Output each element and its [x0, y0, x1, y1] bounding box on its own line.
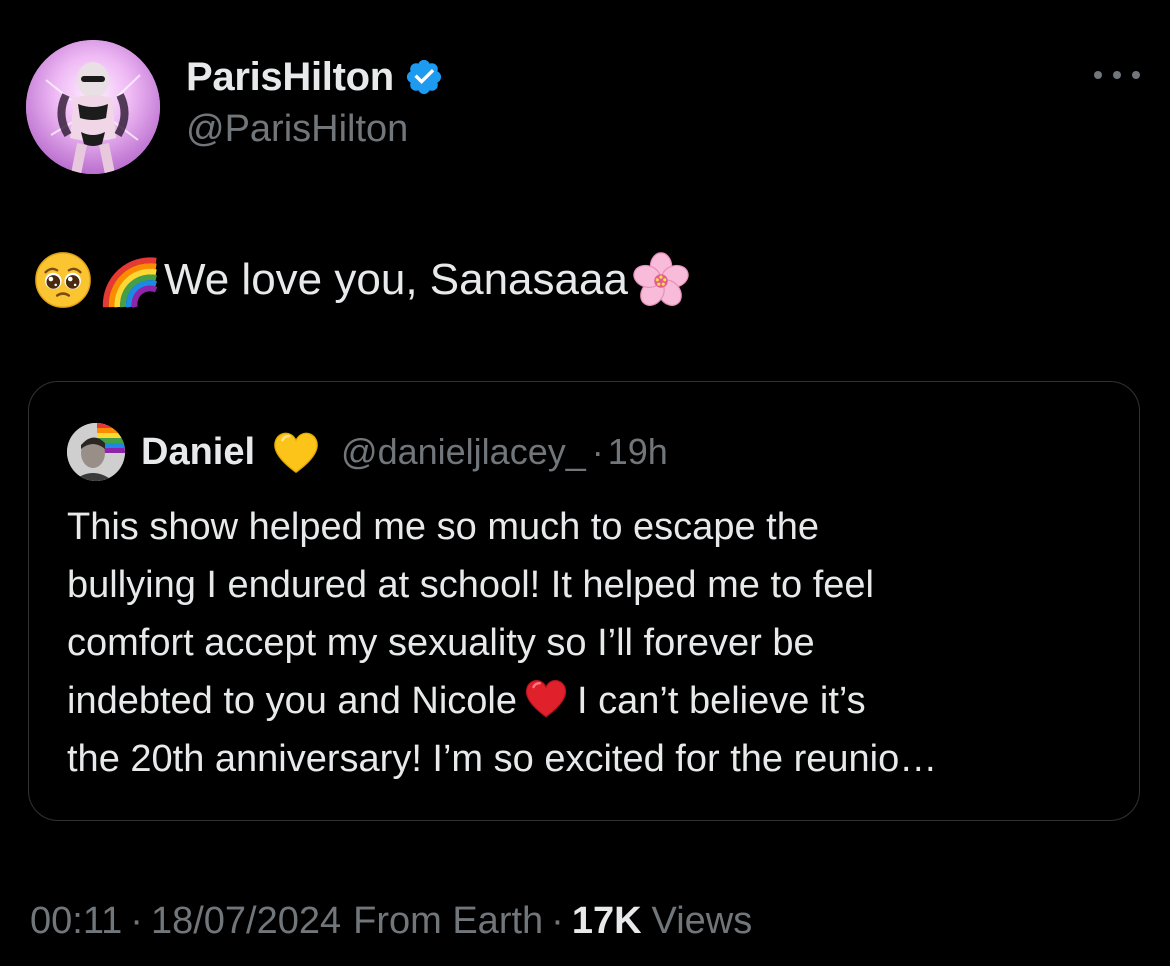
tweet-text: We love you, Sanasaaa [32, 248, 692, 312]
quoted-text-line: This show helped me so much to escape th… [67, 506, 819, 548]
views-label: Views [651, 899, 753, 942]
quoted-separator: · [591, 431, 604, 472]
cherry-blossom-emoji [630, 249, 692, 311]
quoted-author-handle[interactable]: @danieljlacey_ [341, 431, 586, 473]
author-avatar[interactable] [26, 40, 160, 174]
quoted-tweet-header: Daniel @danieljlacey_ · 19h [67, 422, 668, 482]
tweet-meta: 00:11 · 18/07/2024 From Earth · 17K View… [30, 893, 752, 949]
quoted-text-line: bullying I endured at school! It helped … [67, 564, 874, 606]
author-handle[interactable]: @ParisHilton [186, 108, 408, 151]
quoted-author-avatar[interactable] [67, 423, 125, 481]
quoted-tweet[interactable]: Daniel @danieljlacey_ · 19h This show he… [28, 381, 1140, 821]
quoted-text-segment: indebted to you and Nicole [67, 680, 517, 722]
more-options-icon[interactable] [1094, 60, 1140, 90]
meta-separator: · [130, 899, 143, 942]
quoted-author-name[interactable]: Daniel [141, 431, 255, 474]
quoted-tweet-text: This show helped me so much to escape th… [67, 498, 1107, 788]
tweet-text-body: We love you, Sanasaaa [164, 255, 628, 304]
verified-badge-icon[interactable] [404, 57, 444, 97]
tweet: ParisHilton @ParisHilton We love you, Sa… [0, 0, 1170, 966]
author-avatar-image [26, 40, 160, 174]
tweet-time[interactable]: 00:11 [30, 900, 122, 943]
red-heart-emoji [521, 673, 571, 723]
author-display-name[interactable]: ParisHilton [186, 55, 394, 100]
tweet-date[interactable]: 18/07/2024 [151, 900, 341, 943]
pleading-face-emoji [32, 249, 94, 311]
views-count: 17K [571, 899, 642, 942]
quoted-text-segment: I can’t believe it’s [577, 680, 866, 722]
yellow-heart-emoji [269, 425, 323, 479]
meta-separator: · [551, 899, 564, 942]
author-name-row: ParisHilton [186, 52, 444, 102]
quoted-text-line-with-heart: indebted to you and Nicole I can’t believ… [67, 672, 1107, 730]
quoted-text-line: comfort accept my sexuality so I’ll fore… [67, 622, 815, 664]
quoted-timestamp[interactable]: 19h [608, 431, 668, 473]
quoted-text-line: the 20th anniversary! I’m so excited for… [67, 738, 938, 780]
rainbow-emoji [100, 249, 162, 311]
tweet-source: From Earth [353, 899, 544, 942]
